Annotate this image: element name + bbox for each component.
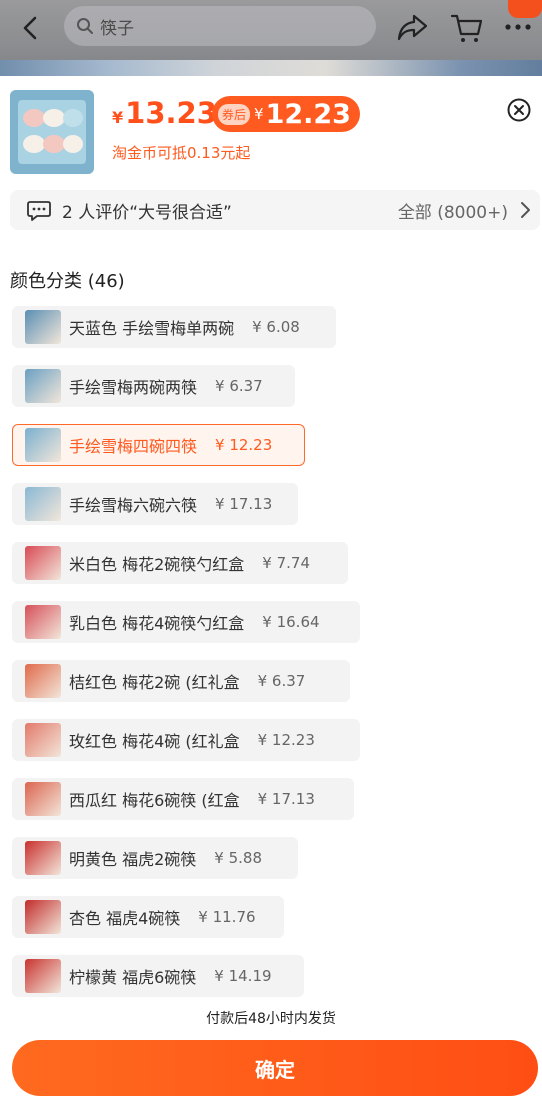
option-item[interactable]: 乳白色 梅花4碗筷勺红盒 ¥ 16.64	[12, 601, 360, 643]
option-label: 玫红色 梅花4碗 (红礼盒	[69, 732, 240, 751]
coupon-price: 12.23	[265, 98, 351, 130]
option-item[interactable]: 桔红色 梅花2碗 (红礼盒 ¥ 6.37	[12, 660, 350, 702]
share-icon	[397, 14, 428, 41]
option-price: ¥ 11.76	[198, 908, 256, 926]
product-thumbnail[interactable]	[10, 90, 94, 174]
option-thumbnail	[25, 782, 61, 816]
top-bar: 筷子	[0, 0, 542, 76]
close-button[interactable]	[507, 98, 531, 122]
option-item[interactable]: 米白色 梅花2碗筷勺红盒 ¥ 7.74	[12, 542, 348, 584]
option-price: ¥ 5.88	[214, 849, 262, 867]
option-label: 明黄色 福虎2碗筷	[69, 850, 197, 869]
option-item[interactable]: 手绘雪梅六碗六筷 ¥ 17.13	[12, 483, 298, 525]
currency-symbol: ¥	[112, 108, 124, 127]
section-title: 颜色分类 (46)	[10, 271, 125, 292]
price-value: 13.23	[125, 96, 217, 130]
option-item[interactable]: 手绘雪梅两碗两筷 ¥ 6.37	[12, 365, 295, 407]
option-price: ¥ 12.23	[215, 436, 273, 454]
cart-button[interactable]	[450, 12, 484, 44]
product-image-icon	[10, 90, 94, 174]
chevron-left-icon	[23, 16, 37, 40]
share-button[interactable]	[396, 12, 430, 44]
option-item[interactable]: 杏色 福虎4碗筷 ¥ 11.76	[12, 896, 284, 938]
option-thumbnail	[25, 959, 61, 993]
option-thumbnail	[25, 723, 61, 757]
notification-badge	[508, 0, 542, 18]
option-label: 西瓜红 梅花6碗筷 (红盒	[69, 791, 240, 810]
option-label: 手绘雪梅四碗四筷	[69, 437, 198, 456]
option-label: 手绘雪梅两碗两筷	[69, 378, 198, 397]
option-thumbnail	[25, 487, 61, 521]
price-main: ¥13.23	[112, 96, 217, 130]
chevron-right-icon	[521, 202, 530, 218]
review-all-count: 全部 (8000+)	[397, 202, 508, 223]
option-label: 手绘雪梅六碗六筷	[69, 496, 198, 515]
option-thumbnail	[25, 605, 61, 639]
back-button[interactable]	[14, 12, 46, 44]
cart-icon	[450, 14, 483, 42]
coupon-price-pill: 券后 ¥ 12.23	[212, 96, 360, 132]
option-item[interactable]: 玫红色 梅花4碗 (红礼盒 ¥ 12.23	[12, 719, 360, 761]
sku-sheet: ¥13.23 券后 ¥ 12.23 淘金币可抵0.13元起 2 人评价“大号很合…	[0, 76, 542, 1100]
option-item[interactable]: 明黄色 福虎2碗筷 ¥ 5.88	[12, 837, 298, 879]
option-price: ¥ 12.23	[257, 731, 315, 749]
option-thumbnail	[25, 428, 61, 462]
search-icon	[77, 18, 93, 34]
option-price: ¥ 6.37	[215, 377, 263, 395]
option-price: ¥ 17.13	[257, 790, 315, 808]
review-bar[interactable]: 2 人评价“大号很合适” 全部 (8000+)	[10, 190, 540, 230]
option-price: ¥ 17.13	[215, 495, 273, 513]
coupon-tag: 券后	[218, 103, 251, 125]
option-item[interactable]: 柠檬黄 福虎6碗筷 ¥ 14.19	[12, 955, 304, 997]
search-box[interactable]: 筷子	[64, 6, 376, 46]
option-price: ¥ 6.08	[252, 318, 300, 336]
option-item[interactable]: 西瓜红 梅花6碗筷 (红盒 ¥ 17.13	[12, 778, 354, 820]
shipping-note: 付款后48小时内发货	[206, 1011, 336, 1027]
close-icon	[507, 98, 531, 122]
option-price: ¥ 7.74	[262, 554, 310, 572]
option-thumbnail	[25, 546, 61, 580]
option-thumbnail	[25, 841, 61, 875]
confirm-button[interactable]: 确定	[12, 1040, 538, 1096]
option-label: 乳白色 梅花4碗筷勺红盒	[69, 614, 245, 633]
option-thumbnail	[25, 310, 61, 344]
option-price: ¥ 6.37	[257, 672, 306, 690]
option-thumbnail	[25, 900, 61, 934]
option-thumbnail	[25, 664, 61, 698]
banner-strip	[0, 60, 542, 76]
option-label: 杏色 福虎4碗筷	[69, 909, 181, 928]
option-price: ¥ 16.64	[262, 613, 320, 631]
option-thumbnail	[25, 369, 61, 403]
option-label: 柠檬黄 福虎6碗筷	[69, 968, 197, 987]
option-label: 桔红色 梅花2碗 (红礼盒	[69, 673, 240, 692]
coin-discount-text: 淘金币可抵0.13元起	[112, 144, 251, 162]
review-summary: 2 人评价“大号很合适”	[62, 202, 232, 223]
search-text: 筷子	[100, 18, 134, 39]
option-label: 米白色 梅花2碗筷勺红盒	[69, 555, 245, 574]
option-label: 天蓝色 手绘雪梅单两碗	[69, 319, 235, 338]
option-item[interactable]: 手绘雪梅四碗四筷 ¥ 12.23	[12, 424, 305, 466]
option-price: ¥ 14.19	[214, 967, 272, 985]
coupon-currency: ¥	[254, 105, 264, 123]
comment-icon	[27, 201, 51, 221]
option-item[interactable]: 天蓝色 手绘雪梅单两碗 ¥ 6.08	[12, 306, 336, 348]
